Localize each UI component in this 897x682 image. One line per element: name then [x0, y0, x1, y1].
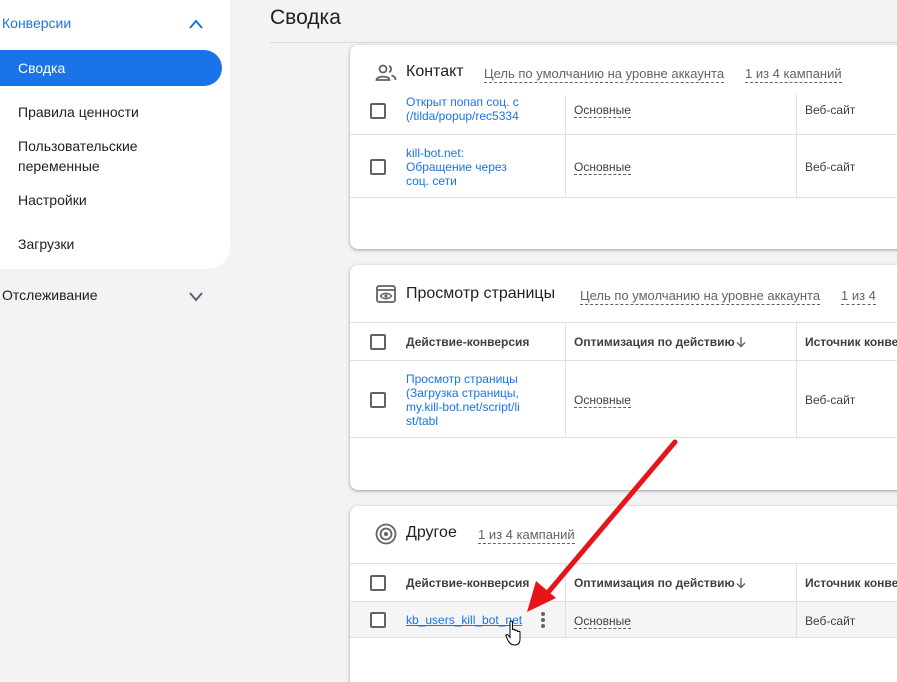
sidebar-item-summary[interactable]: Сводка — [0, 50, 222, 86]
column-divider — [565, 602, 566, 638]
conversion-action-link[interactable]: Просмотр страницы (Загрузка страницы, my… — [406, 372, 522, 428]
row-checkbox[interactable] — [370, 392, 386, 408]
source-value: Веб-сайт — [805, 103, 856, 117]
sort-arrow-down-icon[interactable] — [735, 336, 747, 348]
table-header-row: Действие-конверсия Оптимизация по действ… — [350, 322, 897, 360]
column-header-optimization[interactable]: Оптимизация по действию — [574, 576, 735, 590]
row-checkbox[interactable] — [370, 612, 386, 628]
column-divider — [565, 564, 566, 601]
sort-arrow-down-icon[interactable] — [735, 577, 747, 589]
header-divider — [270, 42, 897, 43]
column-header-action[interactable]: Действие-конверсия — [406, 335, 529, 349]
optimization-value[interactable]: Основные — [574, 393, 631, 408]
column-divider — [796, 323, 797, 360]
category-card-contact: Контакт Цель по умолчанию на уровне акка… — [350, 45, 897, 249]
sidebar: Конверсии Сводка Правила ценности Пользо… — [0, 0, 230, 269]
card-title: Просмотр страницы — [406, 285, 556, 302]
people-icon — [375, 64, 397, 81]
sidebar-section-conversions[interactable]: Конверсии — [2, 15, 71, 31]
column-divider — [796, 361, 797, 438]
table-row[interactable]: Просмотр страницы (Загрузка страницы, my… — [350, 360, 897, 438]
optimization-value[interactable]: Основные — [574, 614, 631, 629]
select-all-checkbox[interactable] — [370, 334, 386, 350]
column-divider — [565, 135, 566, 198]
category-card-pageview: Просмотр страницы Цель по умолчанию на у… — [350, 265, 897, 490]
eye-window-icon — [376, 285, 396, 303]
column-header-action[interactable]: Действие-конверсия — [406, 576, 529, 590]
row-checkbox[interactable] — [370, 103, 386, 119]
table-row[interactable]: kb_users_kill_bot_net Основные Веб-сайт — [350, 601, 897, 638]
table-footer — [350, 437, 897, 490]
conversion-action-link[interactable]: Открыт попап соц. с (/tilda/popup/rec533… — [406, 95, 524, 125]
optimization-value[interactable]: Основные — [574, 103, 631, 118]
column-divider — [796, 602, 797, 638]
page-title: Сводка — [270, 6, 341, 29]
column-divider — [565, 323, 566, 360]
column-divider — [565, 361, 566, 438]
column-divider — [796, 135, 797, 198]
column-header-optimization[interactable]: Оптимизация по действию — [574, 335, 735, 349]
card-title: Контакт — [406, 63, 464, 80]
card-header: Другое 1 из 4 кампаний — [350, 506, 897, 566]
target-icon — [375, 523, 397, 545]
column-header-source[interactable]: Источник конве — [805, 576, 897, 590]
sidebar-section-tracking[interactable]: Отслеживание — [2, 287, 98, 303]
chevron-up-icon[interactable] — [187, 16, 205, 32]
column-header-source[interactable]: Источник конве — [805, 335, 897, 349]
sidebar-item-label: Сводка — [18, 60, 66, 76]
card-header: Просмотр страницы Цель по умолчанию на у… — [350, 265, 897, 325]
table-row[interactable]: Открыт попап соц. с (/tilda/popup/rec533… — [350, 95, 897, 135]
source-value: Веб-сайт — [805, 393, 856, 407]
row-checkbox[interactable] — [370, 159, 386, 175]
sidebar-item-value-rules[interactable]: Правила ценности — [18, 102, 139, 122]
source-value: Веб-сайт — [805, 160, 856, 174]
category-card-other: Другое 1 из 4 кампаний Действие-конверси… — [350, 506, 897, 682]
select-all-checkbox[interactable] — [370, 575, 386, 591]
campaigns-link[interactable]: 1 из 4 — [841, 288, 876, 305]
hand-cursor-icon — [505, 620, 521, 646]
table-header-row: Действие-конверсия Оптимизация по действ… — [350, 563, 897, 601]
campaigns-link[interactable]: 1 из 4 кампаний — [478, 527, 575, 544]
column-divider — [796, 95, 797, 135]
column-divider — [565, 95, 566, 135]
table-footer — [350, 197, 897, 249]
campaigns-link[interactable]: 1 из 4 кампаний — [745, 66, 842, 83]
more-vert-icon[interactable] — [540, 611, 546, 629]
chevron-down-icon[interactable] — [187, 288, 205, 304]
table-footer — [350, 637, 897, 682]
optimization-value[interactable]: Основные — [574, 160, 631, 175]
table-row[interactable]: kill-bot.net: Обращение через соц. сети … — [350, 134, 897, 198]
goal-default-link[interactable]: Цель по умолчанию на уровне аккаунта — [484, 66, 725, 83]
conversion-action-link[interactable]: kill-bot.net: Обращение через соц. сети — [406, 146, 518, 188]
goal-default-link[interactable]: Цель по умолчанию на уровне аккаунта — [580, 288, 821, 305]
source-value: Веб-сайт — [805, 614, 856, 628]
sidebar-item-custom-variables[interactable]: Пользовательские переменные — [18, 136, 138, 176]
sidebar-item-settings[interactable]: Настройки — [18, 190, 87, 210]
column-divider — [796, 564, 797, 601]
sidebar-item-uploads[interactable]: Загрузки — [18, 234, 74, 254]
card-title: Другое — [406, 524, 457, 541]
